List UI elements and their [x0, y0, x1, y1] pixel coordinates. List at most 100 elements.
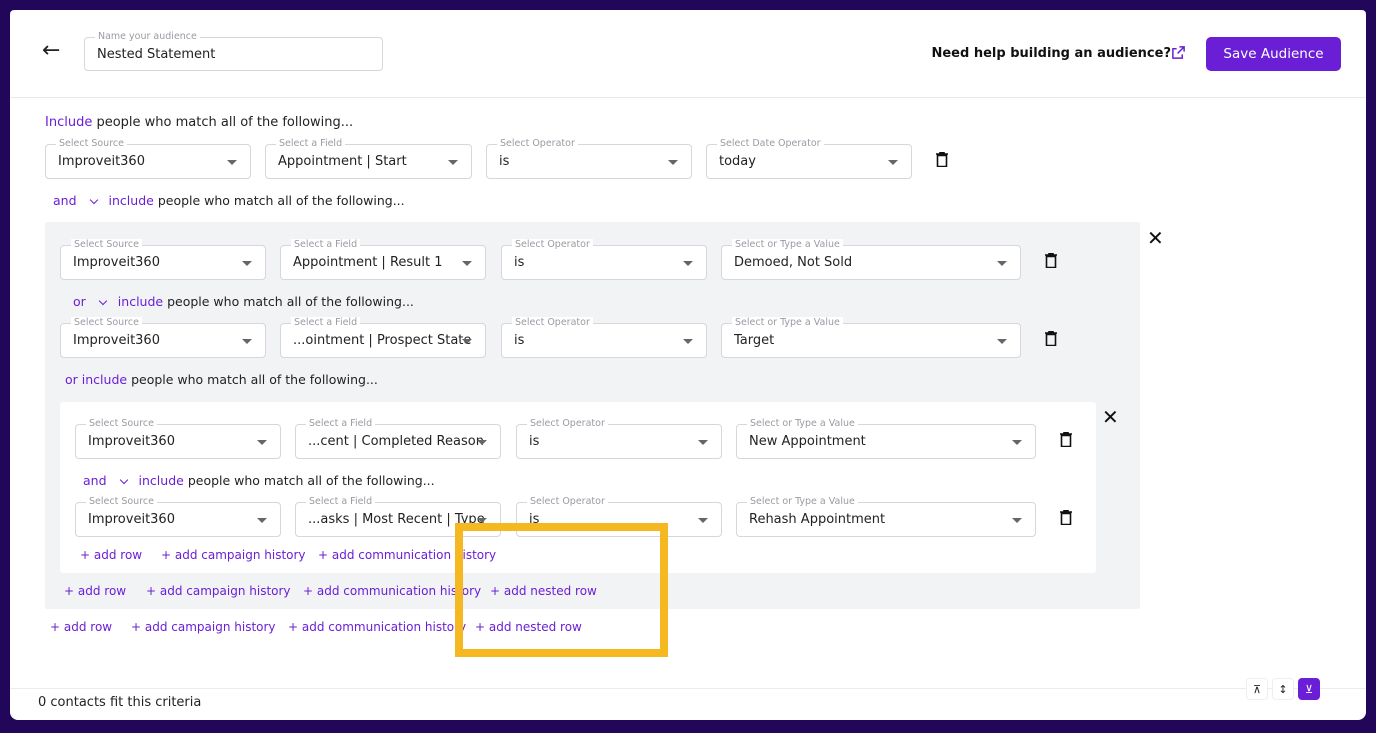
- select-value: is: [514, 333, 524, 348]
- caret-down-icon: [242, 339, 252, 344]
- intro-text: people who match all of the following...: [96, 115, 353, 130]
- connector-0: andinclude people who match all of the f…: [53, 193, 405, 208]
- row-3-value-select[interactable]: Select or Type a ValueNew Appointment: [736, 424, 1036, 459]
- connector-op[interactable]: and: [53, 193, 77, 208]
- help-link[interactable]: Need help building an audience?: [931, 46, 1171, 61]
- external-link-icon[interactable]: [1171, 45, 1186, 60]
- select-label: Select Operator: [527, 496, 608, 507]
- select-label: Select a Field: [306, 496, 375, 507]
- select-label: Select Operator: [527, 418, 608, 429]
- trash-icon[interactable]: [1060, 510, 1072, 525]
- connector-text: people who match all of the following...: [158, 193, 405, 208]
- trash-icon[interactable]: [1045, 331, 1057, 346]
- select-value: Demoed, Not Sold: [734, 255, 852, 270]
- caret-down-icon: [462, 261, 472, 266]
- trash-icon[interactable]: [936, 152, 948, 167]
- row-0-operator-select[interactable]: Select Operatoris: [486, 144, 692, 179]
- add-campaign-link[interactable]: + add campaign history: [131, 620, 276, 634]
- row-1-operator-select[interactable]: Select Operatoris: [501, 245, 707, 280]
- save-audience-button[interactable]: Save Audience: [1206, 37, 1341, 71]
- caret-down-icon: [1012, 518, 1022, 523]
- select-label: Select a Field: [276, 138, 345, 149]
- highlight-box: [455, 523, 668, 657]
- caret-down-icon: [698, 440, 708, 445]
- scroll-top-icon[interactable]: ⊼: [1246, 678, 1268, 700]
- select-value: ...ointment | Prospect State: [293, 333, 471, 348]
- select-label: Select Date Operator: [717, 138, 824, 149]
- include-keyword: include: [139, 473, 184, 488]
- select-value: Improveit360: [58, 154, 145, 169]
- select-value: Rehash Appointment: [749, 512, 885, 527]
- chevron-down-icon[interactable]: [89, 196, 97, 204]
- select-value: ...cent | Completed Reason: [308, 434, 484, 449]
- row-3-source-select[interactable]: Select SourceImproveit360: [75, 424, 281, 459]
- select-value: Appointment | Start: [278, 154, 407, 169]
- connector-1: orinclude people who match all of the fo…: [73, 294, 414, 309]
- row-4-source-select[interactable]: Select SourceImproveit360: [75, 502, 281, 537]
- caret-down-icon: [448, 160, 458, 165]
- row-0-source-select[interactable]: Select SourceImproveit360: [45, 144, 251, 179]
- row-1-field-select[interactable]: Select a FieldAppointment | Result 1: [280, 245, 486, 280]
- row-2-field-select[interactable]: Select a Field...ointment | Prospect Sta…: [280, 323, 486, 358]
- group2-add-campaign-link[interactable]: + add campaign history: [161, 548, 306, 562]
- connector-text: people who match all of the following...: [131, 372, 378, 387]
- connector-op[interactable]: or: [73, 294, 86, 309]
- row-0-field-select[interactable]: Select a FieldAppointment | Start: [265, 144, 472, 179]
- chevron-down-icon[interactable]: [99, 297, 107, 305]
- caret-down-icon: [257, 440, 267, 445]
- chevron-down-icon[interactable]: [119, 476, 127, 484]
- row-3-field-select[interactable]: Select a Field...cent | Completed Reason: [295, 424, 501, 459]
- trash-icon[interactable]: [1045, 253, 1057, 268]
- select-value: Improveit360: [73, 333, 160, 348]
- select-label: Select a Field: [291, 317, 360, 328]
- row-3-operator-select[interactable]: Select Operatoris: [516, 424, 722, 459]
- close-group-2-icon[interactable]: ✕: [1102, 407, 1119, 427]
- caret-down-icon: [477, 440, 487, 445]
- connector-text: people who match all of the following...: [188, 473, 435, 488]
- select-value: is: [514, 255, 524, 270]
- row-0-value-select[interactable]: Select Date Operatortoday: [706, 144, 912, 179]
- audience-name-value: Nested Statement: [97, 47, 215, 62]
- select-label: Select a Field: [306, 418, 375, 429]
- select-label: Select Operator: [512, 239, 593, 250]
- add-communication-link[interactable]: + add communication history: [288, 620, 466, 634]
- select-label: Select or Type a Value: [747, 418, 858, 429]
- connector-2: or include people who match all of the f…: [65, 372, 378, 387]
- group1-add-row-link[interactable]: + add row: [64, 584, 126, 598]
- row-2-operator-select[interactable]: Select Operatoris: [501, 323, 707, 358]
- trash-icon[interactable]: [1060, 432, 1072, 447]
- audience-builder: ← Name your audience Nested Statement Ne…: [10, 10, 1366, 720]
- row-1-source-select[interactable]: Select SourceImproveit360: [60, 245, 266, 280]
- select-label: Select Operator: [497, 138, 578, 149]
- select-value: Appointment | Result 1: [293, 255, 443, 270]
- caret-down-icon: [683, 339, 693, 344]
- caret-down-icon: [227, 160, 237, 165]
- row-2-value-select[interactable]: Select or Type a ValueTarget: [721, 323, 1021, 358]
- include-keyword: include: [118, 294, 163, 309]
- include-keyword: Include: [45, 115, 92, 130]
- select-label: Select Operator: [512, 317, 593, 328]
- select-label: Select Source: [71, 317, 142, 328]
- connector-op[interactable]: or: [65, 372, 78, 387]
- row-4-value-select[interactable]: Select or Type a ValueRehash Appointment: [736, 502, 1036, 537]
- audience-name-input[interactable]: Name your audience Nested Statement: [84, 37, 383, 71]
- add-row-link[interactable]: + add row: [50, 620, 112, 634]
- caret-down-icon: [668, 160, 678, 165]
- row-2-source-select[interactable]: Select SourceImproveit360: [60, 323, 266, 358]
- select-value: Target: [734, 333, 774, 348]
- row-1-value-select[interactable]: Select or Type a ValueDemoed, Not Sold: [721, 245, 1021, 280]
- group2-add-row-link[interactable]: + add row: [80, 548, 142, 562]
- connector-op[interactable]: and: [83, 473, 107, 488]
- scroll-bottom-icon[interactable]: ⊻: [1298, 678, 1320, 700]
- contact-count: 0 contacts fit this criteria: [38, 695, 201, 710]
- group1-add-campaign-link[interactable]: + add campaign history: [146, 584, 291, 598]
- select-value: New Appointment: [749, 434, 866, 449]
- fit-icon[interactable]: ↕: [1272, 678, 1294, 700]
- connector-3: and include people who match all of the f…: [83, 473, 435, 488]
- select-value: Improveit360: [73, 255, 160, 270]
- caret-down-icon: [242, 261, 252, 266]
- audience-name-label: Name your audience: [95, 31, 200, 42]
- back-arrow-icon[interactable]: ←: [42, 38, 60, 63]
- select-label: Select or Type a Value: [732, 239, 843, 250]
- close-group-1-icon[interactable]: ✕: [1147, 228, 1164, 248]
